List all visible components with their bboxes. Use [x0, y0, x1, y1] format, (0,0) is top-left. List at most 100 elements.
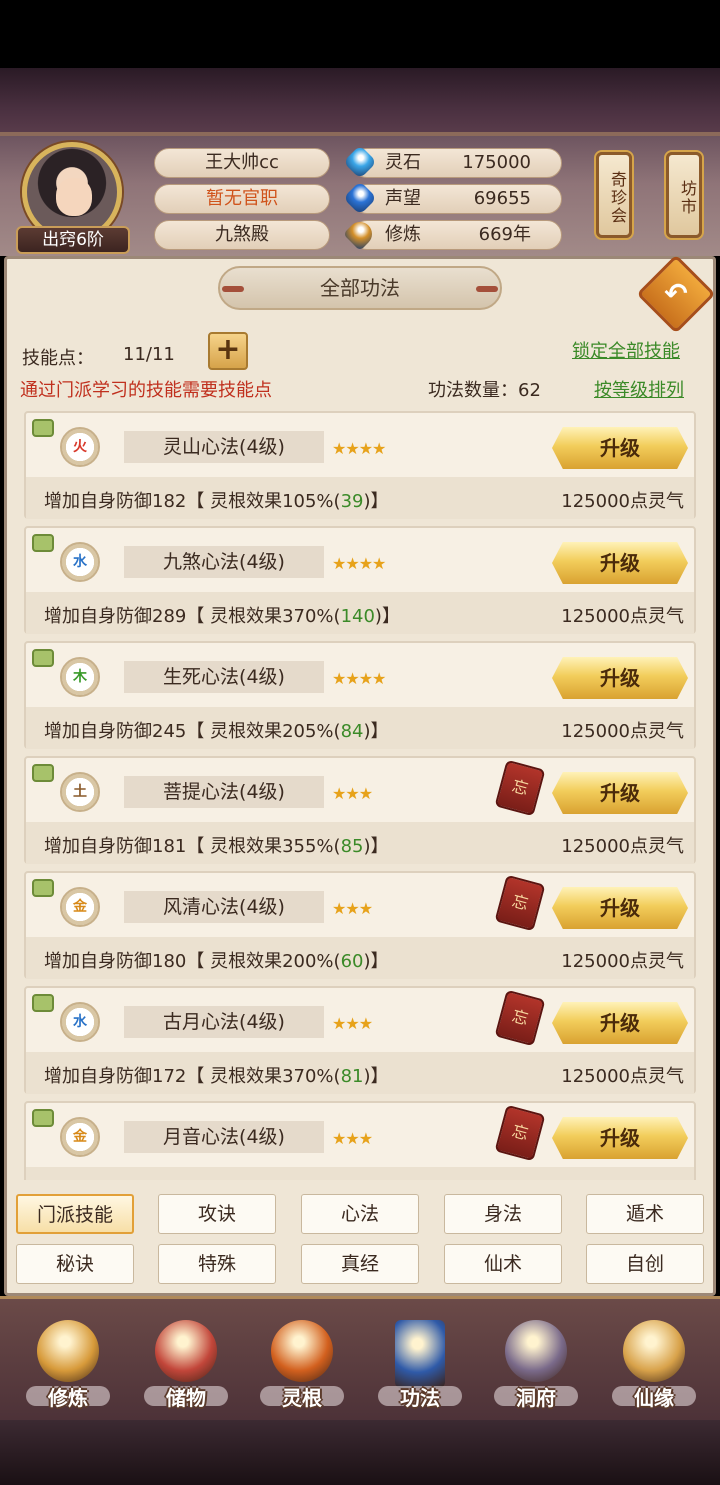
upgrade-button[interactable]: 升级 [552, 657, 688, 699]
lock-icon[interactable] [32, 534, 54, 552]
upgrade-button[interactable]: 升级 [552, 1117, 688, 1159]
skill-desc-bonus: 81 [340, 1066, 364, 1087]
upgrade-cost: 125000点灵气 [561, 951, 684, 972]
element-badge: 金 [60, 887, 100, 927]
skill-list: 火灵山心法(4级) ★★★★ 升级 增加自身防御182【 灵根效果105%(39)】 1… [0, 0, 720, 1180]
nav-skill-book[interactable]: 功法 [370, 1310, 470, 1410]
upgrade-button[interactable]: 升级 [552, 887, 688, 929]
skill-card-footer [26, 1167, 694, 1180]
upgrade-button[interactable]: 升级 [552, 542, 688, 584]
nav-spirit-root[interactable]: 灵根 [252, 1310, 352, 1410]
skill-description: 增加自身防御245【 灵根效果205%(84)】 [44, 717, 389, 743]
bottom-decoration [0, 1420, 720, 1485]
spirit-root-icon [271, 1320, 333, 1382]
skill-desc-end: )】 [374, 606, 400, 627]
skill-card[interactable]: 木生死心法(4级) ★★★★ 升级增加自身防御245【 灵根效果205%(84)】 1… [24, 641, 696, 749]
skill-card[interactable]: 火灵山心法(4级) ★★★★ 升级 增加自身防御182【 灵根效果105%(39)】 1… [24, 411, 696, 519]
category-tab[interactable]: 攻诀 [158, 1194, 276, 1234]
skill-name: 生死心法(4级) [124, 661, 324, 693]
upgrade-button[interactable]: 升级 [552, 772, 688, 814]
skill-desc-text: 增加自身防御180【 灵根效果200%( [44, 951, 341, 972]
cave-dwelling-icon [505, 1320, 567, 1382]
skill-description: 增加自身防御289【 灵根效果370%(140)】 [44, 602, 400, 628]
nav-label: 灵根 [282, 1386, 322, 1410]
skill-stars: ★★★★ [332, 439, 386, 458]
skill-name: 九煞心法(4级) [124, 546, 324, 578]
skill-desc-bonus: 85 [340, 836, 364, 857]
element-badge: 水 [60, 542, 100, 582]
skill-description: 增加自身防御182【 灵根效果105%(39)】 [44, 487, 389, 513]
lock-icon[interactable] [32, 879, 54, 897]
nav-label: 洞府 [516, 1386, 556, 1410]
category-tab[interactable]: 秘诀 [16, 1244, 134, 1284]
upgrade-cost: 125000点灵气 [561, 1066, 684, 1087]
category-tab[interactable]: 真经 [301, 1244, 419, 1284]
cultivate-icon [37, 1320, 99, 1382]
nav-gourd[interactable]: 仙缘 [604, 1310, 704, 1410]
upgrade-cost: 125000点灵气 [561, 606, 684, 627]
skill-desc-bonus: 60 [340, 951, 364, 972]
skill-desc-text: 增加自身防御172【 灵根效果370%( [44, 1066, 341, 1087]
skill-desc-text: 增加自身防御289【 灵根效果370%( [44, 606, 341, 627]
skill-card[interactable]: 水九煞心法(4级) ★★★★ 升级增加自身防御289【 灵根效果370%(140)】… [24, 526, 696, 634]
element-badge: 土 [60, 772, 100, 812]
skill-description: 增加自身防御180【 灵根效果200%(60)】 [44, 947, 389, 973]
lock-icon[interactable] [32, 419, 54, 437]
skill-stars: ★★★★ [332, 669, 386, 688]
category-tab[interactable]: 特殊 [158, 1244, 276, 1284]
skill-card[interactable]: 金月音心法(4级) ★★★ 升级忘 [24, 1101, 696, 1180]
skill-card[interactable]: 水古月心法(4级) ★★★ 升级忘增加自身防御172【 灵根效果370%(81)】 1… [24, 986, 696, 1094]
lock-icon[interactable] [32, 994, 54, 1012]
upgrade-cost: 125000点灵气 [561, 491, 684, 512]
category-tab[interactable]: 心法 [301, 1194, 419, 1234]
storage-bag-icon [155, 1320, 217, 1382]
skill-stars: ★★★ [332, 899, 373, 918]
skill-desc-text: 增加自身防御182【 灵根效果105%( [44, 491, 341, 512]
element-badge: 火 [60, 427, 100, 467]
skill-desc-bonus: 39 [340, 491, 364, 512]
element-badge: 木 [60, 657, 100, 697]
skill-card[interactable]: 金风清心法(4级) ★★★ 升级忘增加自身防御180【 灵根效果200%(60)】 1… [24, 871, 696, 979]
nav-label: 功法 [400, 1386, 440, 1410]
skill-desc-text: 增加自身防御181【 灵根效果355%( [44, 836, 341, 857]
skill-card[interactable]: 土菩提心法(4级) ★★★ 升级忘增加自身防御181【 灵根效果355%(85)】 1… [24, 756, 696, 864]
upgrade-button[interactable]: 升级 [552, 427, 688, 469]
upgrade-cost: 125000点灵气 [561, 836, 684, 857]
nav-cave-dwelling[interactable]: 洞府 [486, 1310, 586, 1410]
skill-stars: ★★★ [332, 784, 373, 803]
skill-description: 增加自身防御172【 灵根效果370%(81)】 [44, 1062, 389, 1088]
gourd-icon [623, 1320, 685, 1382]
skill-desc-bonus: 84 [340, 721, 364, 742]
skill-stars: ★★★ [332, 1014, 373, 1033]
skill-desc-end: )】 [363, 1066, 389, 1087]
nav-cultivate[interactable]: 修炼 [18, 1310, 118, 1410]
nav-storage-bag[interactable]: 储物 [136, 1310, 236, 1410]
upgrade-button[interactable]: 升级 [552, 1002, 688, 1044]
lock-icon[interactable] [32, 649, 54, 667]
skill-desc-end: )】 [363, 491, 389, 512]
element-badge: 金 [60, 1117, 100, 1157]
skill-desc-end: )】 [363, 721, 389, 742]
skill-desc-text: 增加自身防御245【 灵根效果205%( [44, 721, 341, 742]
category-tab[interactable]: 遁术 [586, 1194, 704, 1234]
nav-label: 仙缘 [634, 1386, 674, 1410]
category-tab[interactable]: 身法 [444, 1194, 562, 1234]
skill-name: 菩提心法(4级) [124, 776, 324, 808]
skill-desc-end: )】 [363, 951, 389, 972]
category-tab[interactable]: 仙术 [444, 1244, 562, 1284]
skill-name: 古月心法(4级) [124, 1006, 324, 1038]
lock-icon[interactable] [32, 1109, 54, 1127]
nav-label: 储物 [166, 1386, 206, 1410]
skill-book-icon [395, 1320, 445, 1388]
category-tab[interactable]: 门派技能 [16, 1194, 134, 1234]
element-badge: 水 [60, 1002, 100, 1042]
skill-name: 风清心法(4级) [124, 891, 324, 923]
skill-description: 增加自身防御181【 灵根效果355%(85)】 [44, 832, 389, 858]
lock-icon[interactable] [32, 764, 54, 782]
skill-name: 月音心法(4级) [124, 1121, 324, 1153]
skill-desc-bonus: 140 [340, 606, 375, 627]
category-tab[interactable]: 自创 [586, 1244, 704, 1284]
skill-stars: ★★★★ [332, 554, 386, 573]
upgrade-cost: 125000点灵气 [561, 721, 684, 742]
skill-stars: ★★★ [332, 1129, 373, 1148]
